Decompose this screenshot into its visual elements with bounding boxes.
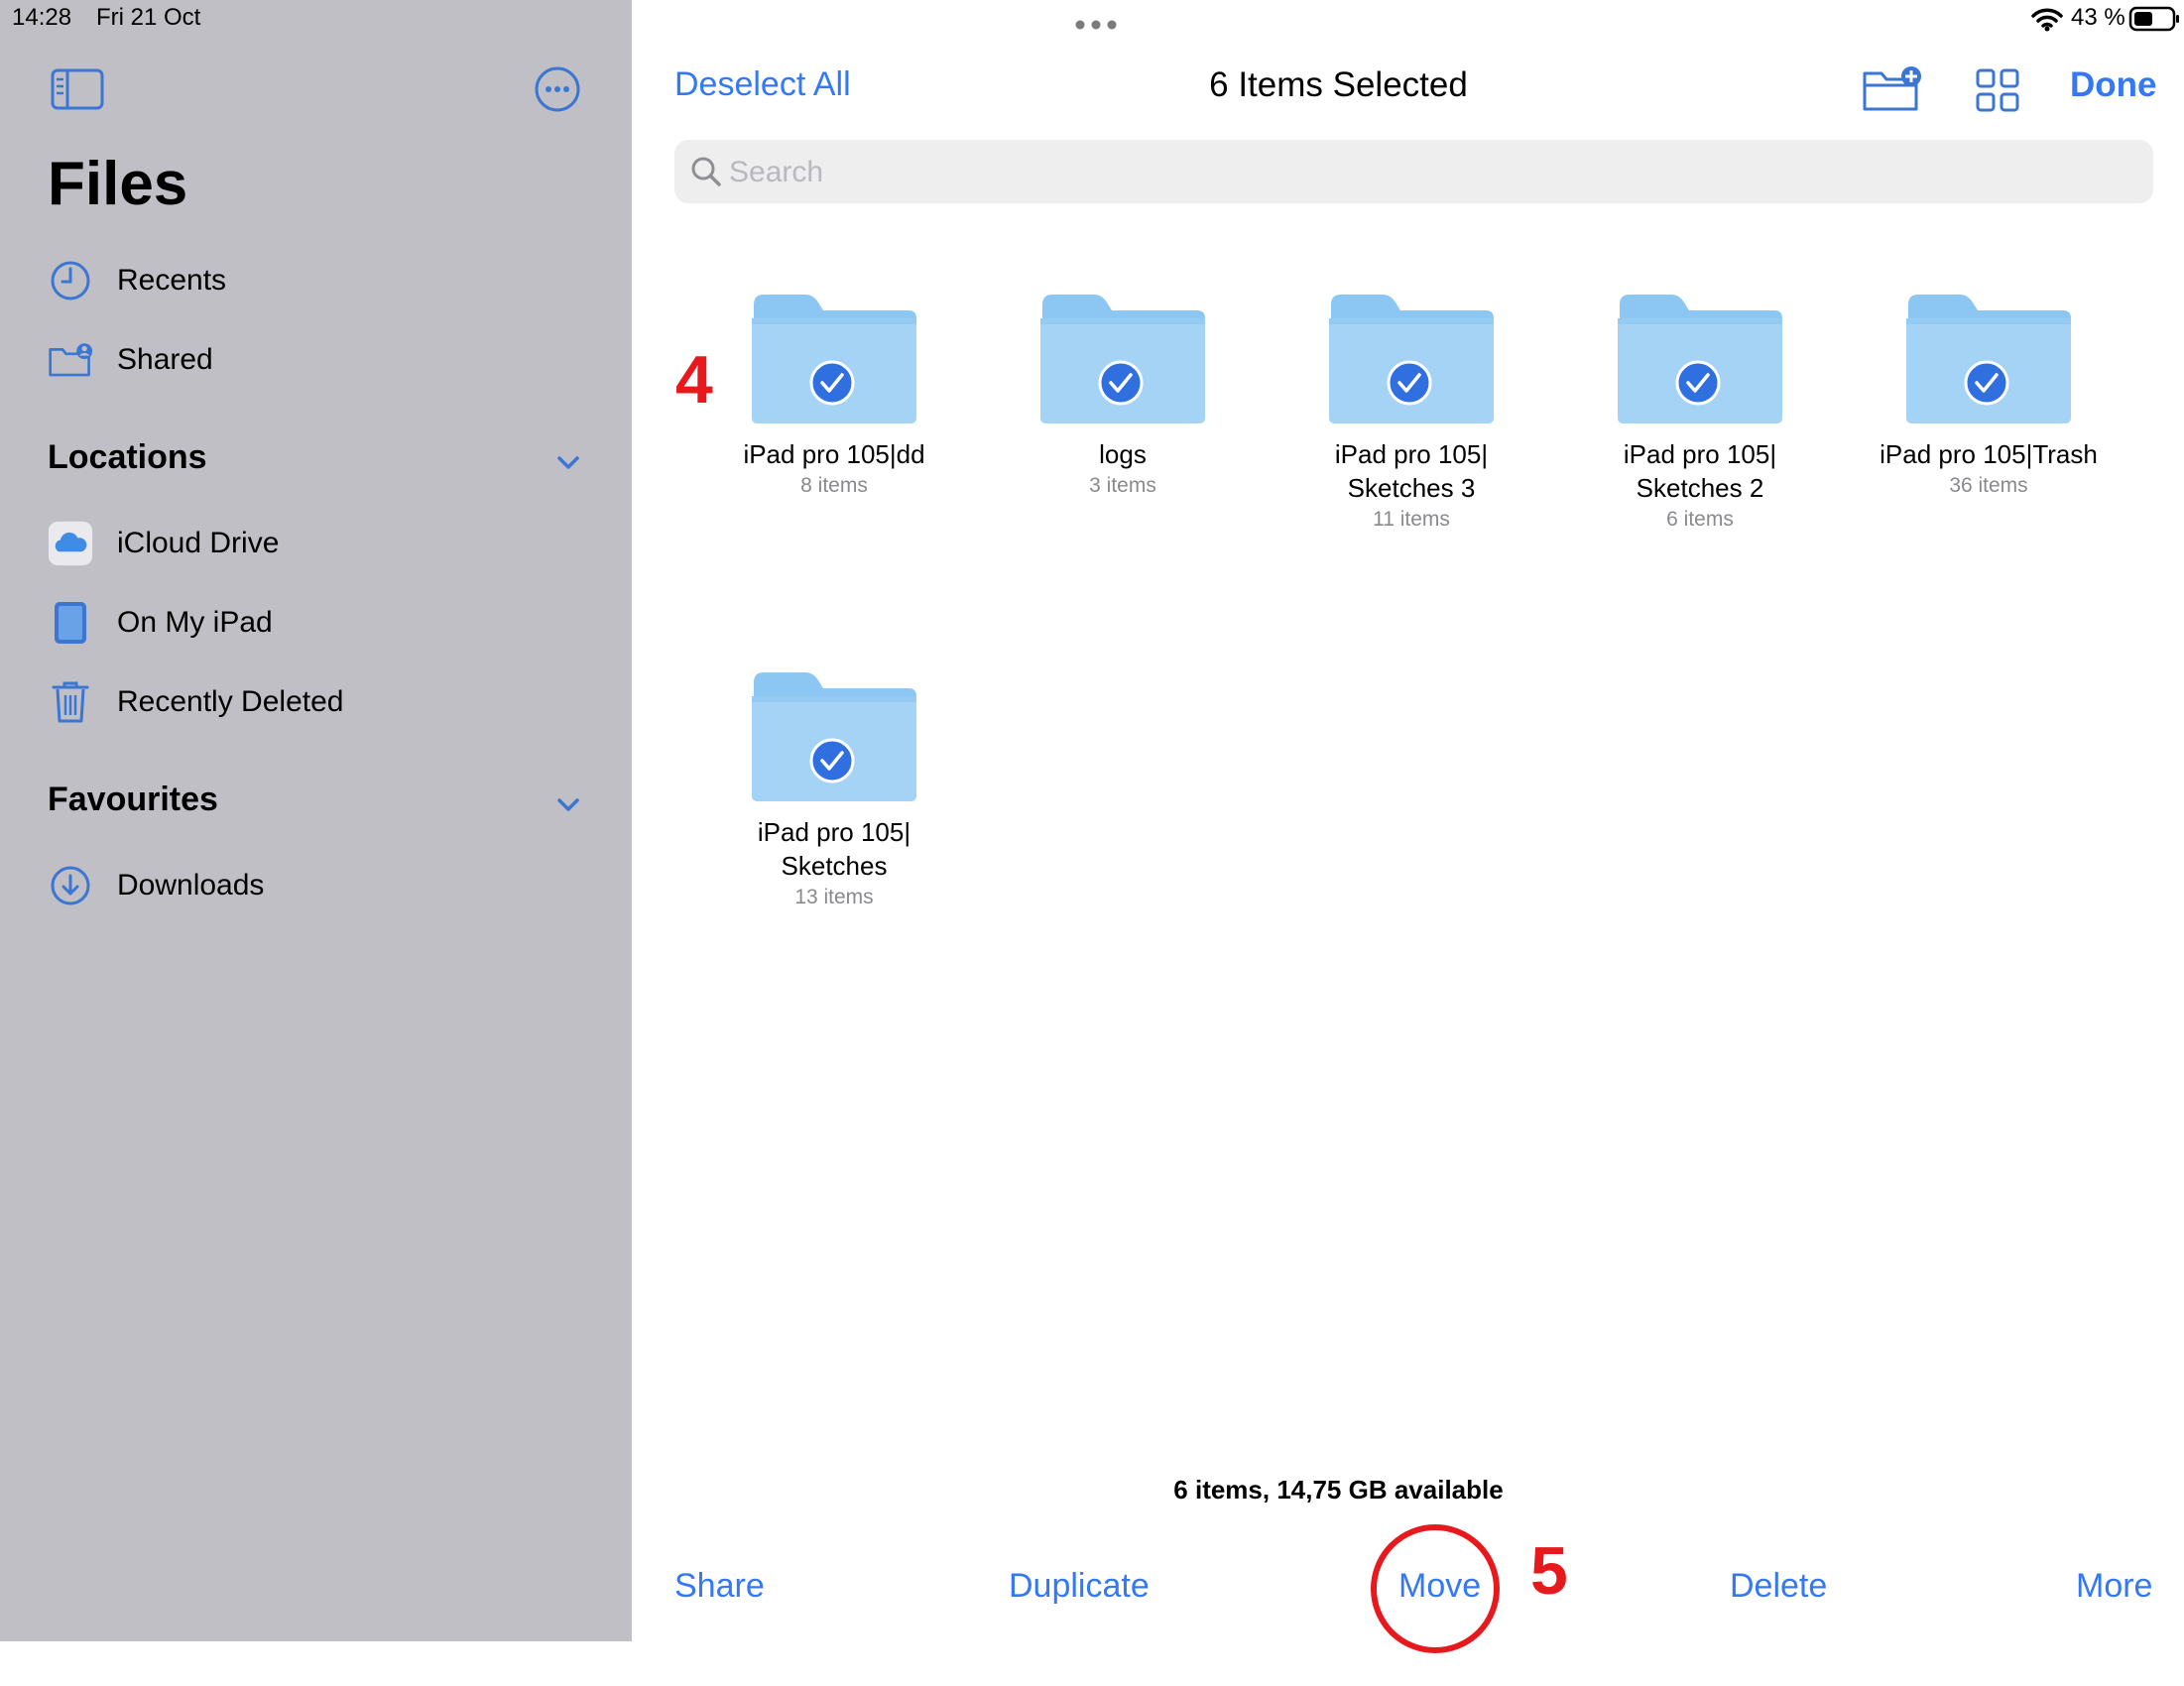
wifi-icon <box>2030 6 2064 32</box>
sidebar-item-label: Recents <box>117 264 227 297</box>
folder-name: iPad pro 105| Sketches <box>685 815 983 883</box>
page-title: 6 Items Selected <box>1209 65 1468 104</box>
sidebar-toggle-icon[interactable] <box>50 67 105 111</box>
sidebar-item-recents[interactable]: Recents <box>48 251 226 310</box>
checkmark-icon <box>1964 360 2009 406</box>
sidebar-item-label: Downloads <box>117 869 265 902</box>
folder-item[interactable]: iPad pro 105| Sketches 2 6 items <box>1551 293 1849 535</box>
folder-item-count: 11 items <box>1373 508 1450 531</box>
folder-name: iPad pro 105| Sketches 3 <box>1263 437 1560 505</box>
more-options-icon[interactable] <box>534 65 581 113</box>
folder-name: logs <box>974 437 1272 471</box>
sidebar-item-on-my-ipad[interactable]: On My iPad <box>48 593 273 653</box>
grid-view-icon[interactable] <box>1975 67 2020 113</box>
shared-folder-icon <box>48 337 93 383</box>
checkmark-icon <box>809 738 855 783</box>
search-icon <box>688 154 724 189</box>
annotation-circle <box>1371 1524 1500 1653</box>
favourites-section-title: Favourites <box>48 781 218 818</box>
folder-item[interactable]: logs 3 items <box>974 293 1272 501</box>
battery-icon <box>2128 6 2182 32</box>
folder-item-count: 3 items <box>1089 474 1156 497</box>
folder-name-line: iPad pro 105|dd <box>743 439 925 469</box>
locations-section-title: Locations <box>48 438 207 476</box>
folder-item-count: 36 items <box>1949 474 2028 497</box>
sidebar-item-label: Shared <box>117 343 213 376</box>
done-button[interactable]: Done <box>2070 65 2157 105</box>
annotation-step-4: 4 <box>675 342 713 418</box>
folder-item-count: 8 items <box>800 474 868 497</box>
folder-name-line: Sketches 2 <box>1636 473 1764 503</box>
ipad-icon <box>48 600 93 646</box>
folder-name: iPad pro 105|dd <box>685 437 983 471</box>
search-bar[interactable]: Search <box>674 140 2153 203</box>
folder-item-count: 6 items <box>1666 508 1734 531</box>
sidebar-item-downloads[interactable]: Downloads <box>48 856 264 915</box>
sidebar-item-shared[interactable]: Shared <box>48 330 213 390</box>
main-content: 43 % Deselect All 6 Items Selected Done <box>632 0 2184 1653</box>
delete-button[interactable]: Delete <box>1730 1567 1827 1606</box>
folder-name: iPad pro 105|Trash <box>1840 437 2137 471</box>
checkmark-icon <box>1387 360 1432 406</box>
folder-name-line: iPad pro 105| <box>757 817 911 847</box>
folder-icon <box>750 293 918 427</box>
multitasking-handle-icon[interactable] <box>1073 18 1119 32</box>
folder-name-line: Sketches <box>781 851 888 881</box>
folder-icon <box>750 670 918 805</box>
battery-percentage: 43 % <box>2071 4 2125 31</box>
deselect-all-button[interactable]: Deselect All <box>674 65 851 104</box>
checkmark-icon <box>1098 360 1144 406</box>
folder-name-line: logs <box>1099 439 1147 469</box>
folder-icon <box>1616 293 1784 427</box>
chevron-down-icon[interactable] <box>553 448 583 478</box>
sidebar-item-label: Recently Deleted <box>117 685 344 718</box>
folder-name-line: iPad pro 105| <box>1334 439 1489 469</box>
more-button[interactable]: More <box>2076 1567 2152 1606</box>
sidebar-item-label: On My iPad <box>117 606 273 639</box>
trash-icon <box>48 679 93 725</box>
sidebar-item-recently-deleted[interactable]: Recently Deleted <box>48 672 343 732</box>
sidebar-item-icloud-drive[interactable]: iCloud Drive <box>48 514 279 573</box>
folder-icon <box>1327 293 1496 427</box>
folder-item[interactable]: iPad pro 105| Sketches 3 11 items <box>1263 293 1560 535</box>
icloud-icon <box>48 521 93 566</box>
folder-item[interactable]: iPad pro 105|Trash 36 items <box>1840 293 2137 501</box>
status-date: Fri 21 Oct <box>96 4 201 31</box>
checkmark-icon <box>1675 360 1721 406</box>
annotation-step-5: 5 <box>1530 1533 1568 1609</box>
storage-summary: 6 items, 14,75 GB available <box>1173 1475 1504 1505</box>
new-folder-icon[interactable] <box>1862 63 1923 113</box>
folder-name-line: Sketches 3 <box>1347 473 1476 503</box>
folder-icon <box>1038 293 1207 427</box>
checkmark-icon <box>809 360 855 406</box>
clock-icon <box>48 258 93 303</box>
folder-icon <box>1904 293 2073 427</box>
share-button[interactable]: Share <box>674 1567 765 1606</box>
folder-item[interactable]: iPad pro 105|dd 8 items <box>685 293 983 501</box>
folder-item[interactable]: iPad pro 105| Sketches 13 items <box>685 670 983 912</box>
search-input[interactable]: Search <box>729 156 823 189</box>
chevron-down-icon[interactable] <box>553 790 583 820</box>
sidebar-title: Files <box>48 150 188 218</box>
sidebar: 14:28 Fri 21 Oct Files Recents Shared Lo… <box>0 0 632 1641</box>
folder-name-line: iPad pro 105| <box>1623 439 1777 469</box>
folder-name-line: iPad pro 105|Trash <box>1880 439 2098 469</box>
folder-item-count: 13 items <box>794 886 874 908</box>
status-time: 14:28 <box>12 4 72 31</box>
duplicate-button[interactable]: Duplicate <box>1009 1567 1150 1606</box>
sidebar-item-label: iCloud Drive <box>117 527 280 559</box>
download-icon <box>48 863 93 908</box>
folder-name: iPad pro 105| Sketches 2 <box>1551 437 1849 505</box>
